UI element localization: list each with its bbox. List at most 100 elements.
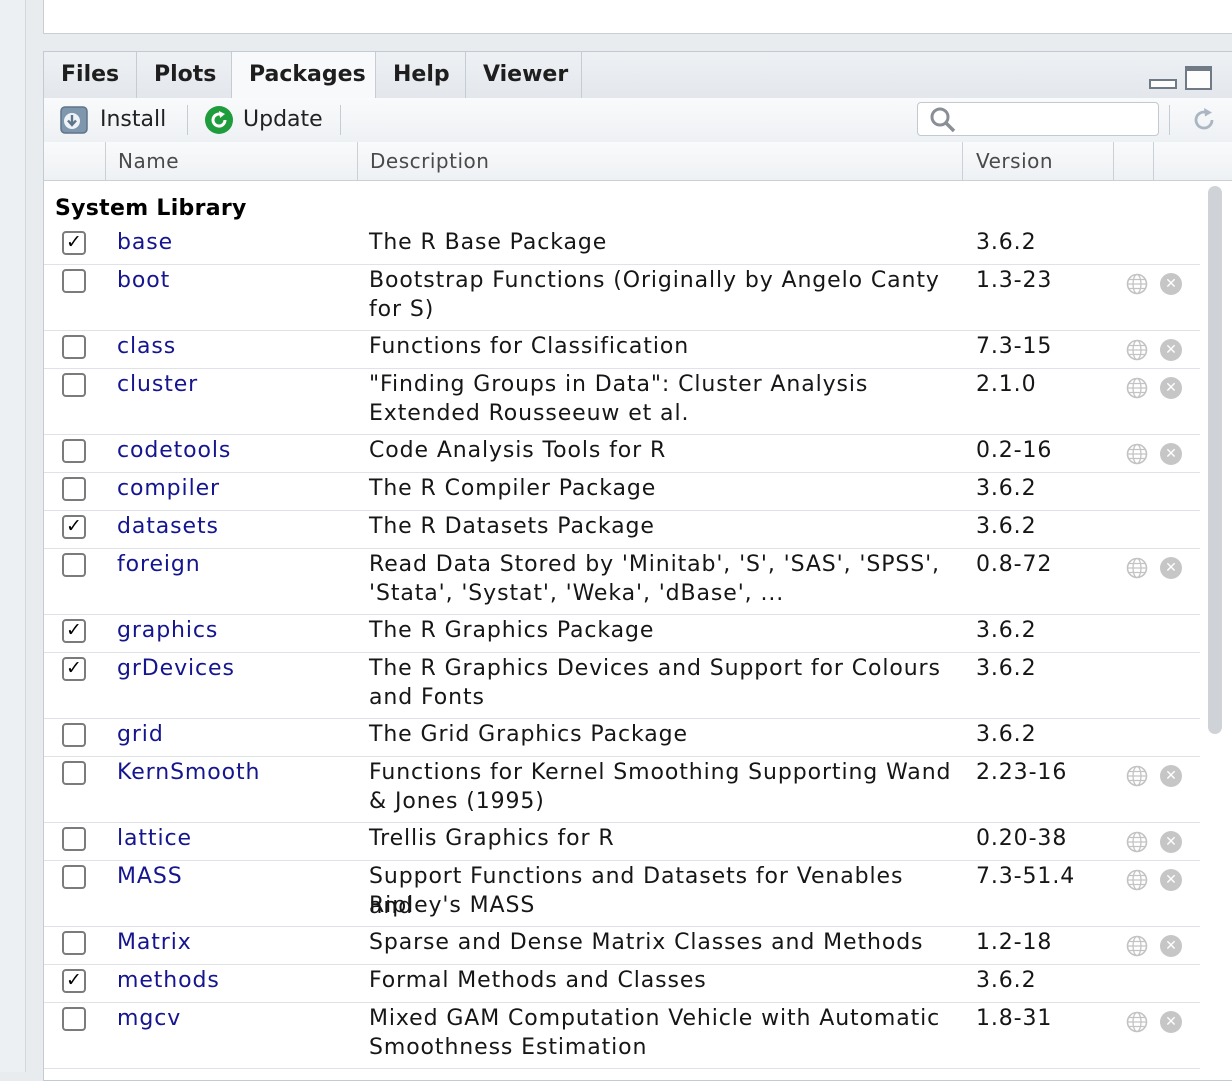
package-row: foreign Read Data Stored by 'Minitab', 'S… bbox=[44, 548, 1200, 615]
tab-plots[interactable]: Plots bbox=[137, 52, 232, 98]
package-version: 3.6.2 bbox=[976, 722, 1037, 747]
globe-icon[interactable] bbox=[1126, 339, 1148, 361]
remove-package-icon[interactable]: ✕ bbox=[1160, 765, 1182, 787]
package-description: The R Graphics Devices and Support for C… bbox=[369, 656, 941, 681]
package-name-link[interactable]: datasets bbox=[117, 512, 219, 542]
package-description: The Grid Graphics Package bbox=[369, 722, 688, 747]
tab-help[interactable]: Help bbox=[376, 52, 466, 98]
package-name-link[interactable]: codetools bbox=[117, 436, 231, 466]
remove-package-icon[interactable]: ✕ bbox=[1160, 557, 1182, 579]
toolbar-separator bbox=[340, 105, 341, 135]
package-load-checkbox[interactable]: ✓ bbox=[62, 515, 86, 539]
package-name-link[interactable]: class bbox=[117, 332, 176, 362]
package-version: 7.3-15 bbox=[976, 334, 1053, 359]
pane-tabbar: Files Plots Packages Help Viewer bbox=[44, 52, 1232, 99]
package-name-link[interactable]: mgcv bbox=[117, 1004, 181, 1034]
package-load-checkbox[interactable] bbox=[62, 1007, 86, 1031]
tab-files[interactable]: Files bbox=[44, 52, 137, 98]
package-load-checkbox[interactable] bbox=[62, 439, 86, 463]
package-load-checkbox[interactable] bbox=[62, 761, 86, 785]
scrollbar-thumb[interactable] bbox=[1208, 186, 1222, 734]
package-version: 3.6.2 bbox=[976, 230, 1037, 255]
remove-package-icon[interactable]: ✕ bbox=[1160, 831, 1182, 853]
package-description: Sparse and Dense Matrix Classes and Meth… bbox=[369, 930, 924, 955]
maximize-pane-icon[interactable] bbox=[1185, 66, 1212, 90]
package-load-checkbox[interactable] bbox=[62, 723, 86, 747]
package-name-link[interactable]: grDevices bbox=[117, 654, 235, 684]
globe-icon[interactable] bbox=[1126, 273, 1148, 295]
remove-package-icon[interactable]: ✕ bbox=[1160, 935, 1182, 957]
install-label[interactable]: Install bbox=[100, 98, 166, 142]
packages-toolbar: Install Update bbox=[44, 98, 1232, 143]
package-description: "Finding Groups in Data": Cluster Analys… bbox=[369, 372, 869, 397]
package-description: Mixed GAM Computation Vehicle with Autom… bbox=[369, 1006, 941, 1031]
package-load-checkbox[interactable]: ✓ bbox=[62, 619, 86, 643]
package-name-link[interactable]: lattice bbox=[117, 824, 192, 854]
package-name-link[interactable]: KernSmooth bbox=[117, 758, 260, 788]
package-load-checkbox[interactable] bbox=[62, 373, 86, 397]
install-button[interactable] bbox=[59, 105, 89, 135]
package-load-checkbox[interactable] bbox=[62, 865, 86, 889]
column-header-description[interactable]: Description bbox=[370, 142, 489, 180]
vertical-scrollbar[interactable] bbox=[1206, 186, 1224, 1080]
package-name-link[interactable]: compiler bbox=[117, 474, 220, 504]
minimize-pane-icon[interactable] bbox=[1149, 79, 1177, 89]
globe-icon[interactable] bbox=[1126, 765, 1148, 787]
column-header-name[interactable]: Name bbox=[118, 142, 179, 180]
package-load-checkbox[interactable]: ✓ bbox=[62, 969, 86, 993]
package-name-link[interactable]: grid bbox=[117, 720, 164, 750]
package-load-checkbox[interactable] bbox=[62, 931, 86, 955]
remove-package-icon[interactable]: ✕ bbox=[1160, 339, 1182, 361]
package-row: ✓ base The R Base Package 3.6.2 bbox=[44, 226, 1200, 265]
package-row: cluster "Finding Groups in Data": Cluster… bbox=[44, 368, 1200, 435]
package-load-checkbox[interactable] bbox=[62, 269, 86, 293]
remove-package-icon[interactable]: ✕ bbox=[1160, 377, 1182, 399]
package-version: 3.6.2 bbox=[976, 476, 1037, 501]
package-name-link[interactable]: MASS bbox=[117, 862, 183, 892]
package-name-link[interactable]: boot bbox=[117, 266, 170, 296]
globe-icon[interactable] bbox=[1126, 935, 1148, 957]
package-row: grid The Grid Graphics Package 3.6.2 bbox=[44, 718, 1200, 757]
remove-package-icon[interactable]: ✕ bbox=[1160, 1011, 1182, 1033]
package-name-link[interactable]: methods bbox=[117, 966, 220, 996]
remove-package-icon[interactable]: ✕ bbox=[1160, 869, 1182, 891]
package-load-checkbox[interactable] bbox=[62, 827, 86, 851]
globe-icon[interactable] bbox=[1126, 869, 1148, 891]
search-icon bbox=[930, 107, 956, 133]
globe-icon[interactable] bbox=[1126, 377, 1148, 399]
package-row: mgcv Mixed GAM Computation Vehicle with A… bbox=[44, 1002, 1200, 1069]
package-row: compiler The R Compiler Package 3.6.2 bbox=[44, 472, 1200, 511]
package-name-link[interactable]: Matrix bbox=[117, 928, 192, 958]
package-description-continued: for S) bbox=[369, 297, 435, 322]
remove-package-icon[interactable]: ✕ bbox=[1160, 443, 1182, 465]
tab-packages[interactable]: Packages bbox=[232, 52, 376, 99]
package-description: Read Data Stored by 'Minitab', 'S', 'SAS… bbox=[369, 552, 940, 577]
tab-viewer[interactable]: Viewer bbox=[466, 52, 582, 98]
package-name-link[interactable]: graphics bbox=[117, 616, 218, 646]
package-version: 3.6.2 bbox=[976, 656, 1037, 681]
package-load-checkbox[interactable]: ✓ bbox=[62, 231, 86, 255]
package-name-link[interactable]: cluster bbox=[117, 370, 198, 400]
column-header-version[interactable]: Version bbox=[976, 142, 1053, 180]
package-load-checkbox[interactable]: ✓ bbox=[62, 657, 86, 681]
package-load-checkbox[interactable] bbox=[62, 335, 86, 359]
globe-icon[interactable] bbox=[1126, 557, 1148, 579]
globe-icon[interactable] bbox=[1126, 1011, 1148, 1033]
update-label[interactable]: Update bbox=[243, 98, 323, 142]
package-load-checkbox[interactable] bbox=[62, 477, 86, 501]
package-version: 1.8-31 bbox=[976, 1006, 1053, 1031]
remove-package-icon[interactable]: ✕ bbox=[1160, 273, 1182, 295]
column-separator bbox=[1153, 142, 1154, 180]
package-search-input[interactable] bbox=[917, 102, 1159, 136]
update-button[interactable] bbox=[204, 105, 234, 135]
refresh-icon[interactable] bbox=[1190, 105, 1220, 135]
globe-icon[interactable] bbox=[1126, 831, 1148, 853]
package-row: boot Bootstrap Functions (Originally by A… bbox=[44, 264, 1200, 331]
package-version: 0.2-16 bbox=[976, 438, 1053, 463]
globe-icon[interactable] bbox=[1126, 443, 1148, 465]
package-load-checkbox[interactable] bbox=[62, 553, 86, 577]
package-row: class Functions for Classification 7.3-15 ✕ bbox=[44, 330, 1200, 369]
package-name-link[interactable]: foreign bbox=[117, 550, 201, 580]
package-name-link[interactable]: base bbox=[117, 228, 173, 258]
toolbar-separator bbox=[1169, 105, 1170, 135]
